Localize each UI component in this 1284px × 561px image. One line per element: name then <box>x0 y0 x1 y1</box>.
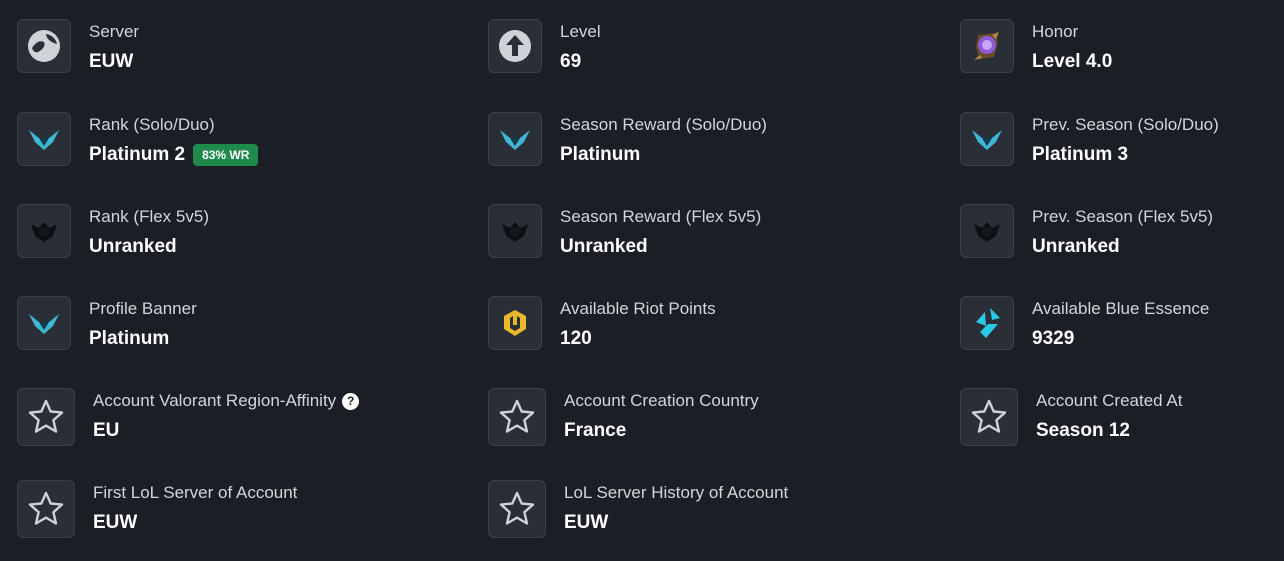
info-card-valorant-region: Account Valorant Region-Affinity ? EU <box>17 388 360 446</box>
info-value: Platinum 2 <box>89 144 186 165</box>
info-value-row: Platinum 2 83% WR <box>89 143 259 167</box>
info-label: Rank (Solo/Duo) <box>89 115 215 134</box>
info-label: Profile Banner <box>89 299 197 318</box>
info-label: Prev. Season (Flex 5v5) <box>1032 207 1214 226</box>
unranked-crest-icon <box>960 204 1014 258</box>
info-card-server-history: LoL Server History of Account EUW <box>488 480 788 538</box>
info-value: EUW <box>93 512 138 533</box>
info-card-first-server: First LoL Server of Account EUW <box>17 480 297 538</box>
info-value: France <box>564 420 627 441</box>
info-label: Prev. Season (Solo/Duo) <box>1032 115 1219 134</box>
riot-points-icon <box>488 296 542 350</box>
info-value: Platinum 3 <box>1032 144 1129 165</box>
info-value: Platinum <box>89 328 170 349</box>
info-label: Rank (Flex 5v5) <box>89 207 209 226</box>
info-label-row: Account Valorant Region-Affinity ? <box>93 390 360 412</box>
info-value: 9329 <box>1032 328 1075 349</box>
info-label: Server <box>89 22 140 41</box>
info-card-season-reward-solo: Season Reward (Solo/Duo) Platinum <box>488 112 767 167</box>
info-label: Available Riot Points <box>560 299 716 318</box>
info-card-creation-country: Account Creation Country France <box>488 388 759 446</box>
info-card-level: Level 69 <box>488 19 601 74</box>
info-value: Unranked <box>560 236 648 257</box>
blue-essence-icon <box>960 296 1014 350</box>
platinum-crest-icon <box>960 112 1014 166</box>
info-value: Season 12 <box>1036 420 1130 441</box>
info-value: EUW <box>89 51 134 72</box>
info-card-rank-solo: Rank (Solo/Duo) Platinum 2 83% WR <box>17 112 259 167</box>
account-info-grid: Server EUW Level 69 Honor Level 4.0 Rank… <box>0 0 1284 561</box>
info-card-riot-points: Available Riot Points 120 <box>488 296 716 351</box>
info-value: EUW <box>564 512 609 533</box>
info-card-profile-banner: Profile Banner Platinum <box>17 296 197 351</box>
platinum-crest-icon <box>17 112 71 166</box>
info-value: EU <box>93 420 120 441</box>
info-label: First LoL Server of Account <box>93 483 298 502</box>
info-label: Season Reward (Flex 5v5) <box>560 207 762 226</box>
platinum-crest-icon <box>488 112 542 166</box>
globe-icon <box>17 19 71 73</box>
info-value: Level 4.0 <box>1032 51 1113 72</box>
star-icon <box>17 388 75 446</box>
info-label: Honor <box>1032 22 1079 41</box>
info-label: Account Created At <box>1036 391 1183 410</box>
info-label: Account Creation Country <box>564 391 759 410</box>
info-value: Platinum <box>560 144 641 165</box>
unranked-crest-icon <box>17 204 71 258</box>
info-label: LoL Server History of Account <box>564 483 789 502</box>
star-icon <box>488 480 546 538</box>
help-icon[interactable]: ? <box>342 392 360 410</box>
info-card-prev-season-flex: Prev. Season (Flex 5v5) Unranked <box>960 204 1213 259</box>
unranked-crest-icon <box>488 204 542 258</box>
info-label: Account Valorant Region-Affinity <box>93 391 337 410</box>
info-label: Level <box>560 22 601 41</box>
info-label: Season Reward (Solo/Duo) <box>560 115 767 134</box>
info-value: 69 <box>560 51 582 72</box>
star-icon <box>960 388 1018 446</box>
info-card-blue-essence: Available Blue Essence 9329 <box>960 296 1209 351</box>
winrate-badge: 83% WR <box>193 144 259 166</box>
info-card-server: Server EUW <box>17 19 139 74</box>
info-label: Available Blue Essence <box>1032 299 1210 318</box>
star-icon <box>488 388 546 446</box>
info-card-rank-flex: Rank (Flex 5v5) Unranked <box>17 204 209 259</box>
platinum-crest-icon <box>17 296 71 350</box>
level-up-arrow-icon <box>488 19 542 73</box>
star-icon <box>17 480 75 538</box>
info-value: Unranked <box>1032 236 1120 257</box>
info-value: 120 <box>560 328 592 349</box>
info-card-created-at: Account Created At Season 12 <box>960 388 1182 446</box>
info-card-honor: Honor Level 4.0 <box>960 19 1112 74</box>
honor-emblem-icon <box>960 19 1014 73</box>
info-card-prev-season-solo: Prev. Season (Solo/Duo) Platinum 3 <box>960 112 1219 167</box>
info-value: Unranked <box>89 236 177 257</box>
info-card-season-reward-flex: Season Reward (Flex 5v5) Unranked <box>488 204 761 259</box>
